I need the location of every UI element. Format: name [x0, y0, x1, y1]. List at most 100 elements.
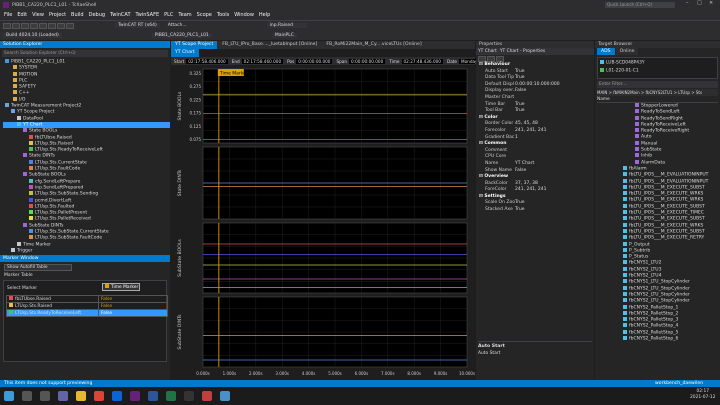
symbol-label: fbCNYS2_PalletStop_5 — [629, 330, 679, 336]
property-row[interactable]: Master Chart — [479, 95, 594, 102]
symbol-label: Auto — [641, 134, 652, 140]
teams-icon[interactable] — [58, 391, 68, 401]
windows-start-icon[interactable] — [4, 391, 14, 401]
menu-item-twinsafe[interactable]: TwinSAFE — [136, 12, 160, 18]
excel-icon[interactable] — [166, 391, 176, 401]
close-button[interactable]: × — [709, 0, 713, 6]
select-marker-label: Select Marker — [7, 286, 38, 291]
menu-item-project[interactable]: Project — [49, 12, 66, 18]
symbol-item[interactable]: fbLTU_IPOS___M_EVALUATIONINPUT — [623, 178, 720, 185]
document-tab[interactable]: FB_LTU_IPro_Base...._luetabInput [Online… — [218, 41, 322, 49]
menu-item-twincat[interactable]: TwinCAT — [110, 12, 130, 18]
file-explorer-icon[interactable] — [76, 391, 86, 401]
chrome-icon[interactable] — [94, 391, 104, 401]
marker-row[interactable]: fbLTUbse.Raised False — [6, 295, 168, 303]
tab-ads[interactable]: ADS — [597, 48, 615, 55]
minimize-button[interactable]: – — [686, 0, 689, 6]
notepad-icon[interactable] — [220, 391, 230, 401]
clock-date: 2021-07-12 — [690, 395, 716, 400]
tab-online[interactable]: Online — [615, 48, 639, 55]
variable-icon — [635, 147, 639, 152]
menu-item-window[interactable]: Window — [234, 12, 254, 18]
marker-name-cell[interactable]: Time Marker — [102, 283, 140, 291]
property-row[interactable]: Tool Bar True — [479, 108, 594, 115]
task-view-icon[interactable] — [40, 391, 50, 401]
marker-value-cell: False — [98, 295, 168, 303]
save-button[interactable] — [39, 22, 47, 29]
plc-icon — [600, 67, 604, 72]
menu-item-file[interactable]: File — [4, 12, 12, 18]
clock[interactable]: 02:17 2021-07-12 — [690, 389, 716, 401]
property-row[interactable]: CPU Core — [479, 154, 594, 161]
open-button[interactable] — [30, 22, 38, 29]
visual-studio-icon[interactable] — [130, 391, 140, 401]
redo-button[interactable] — [66, 22, 74, 29]
outlook-icon[interactable] — [112, 391, 122, 401]
autofill-dropdown[interactable]: Show Autofill Table — [4, 264, 72, 271]
menu-item-help[interactable]: Help — [259, 12, 270, 18]
menu-item-edit[interactable]: Edit — [17, 12, 27, 18]
document-tab[interactable]: YT Scope Project — [171, 41, 218, 49]
undo-button[interactable] — [57, 22, 65, 29]
symbol-item[interactable]: fbCNYS2_PalletStop_6 — [623, 335, 720, 342]
menu-item-tools[interactable]: Tools — [217, 12, 229, 18]
build-config-dropdown[interactable]: Build 4024.10 (Loaded) — [3, 32, 62, 38]
new-project-button[interactable] — [21, 22, 29, 29]
property-value: 241, 241, 241 — [515, 127, 547, 133]
menu-item-plc[interactable]: PLC — [164, 12, 173, 18]
property-row[interactable]: Stacked Axe True — [479, 207, 594, 214]
forward-button[interactable] — [12, 22, 20, 29]
tree-item[interactable]: Trigger — [3, 247, 170, 254]
tree-item-label: LTUsp.Sts.SubState.Sending — [35, 191, 99, 197]
plc-dropdown[interactable]: MainPLC — [271, 32, 297, 38]
alphabetical-button[interactable] — [487, 55, 495, 62]
terminal-icon[interactable] — [184, 391, 194, 401]
marker-row[interactable]: LTUsp.Sts.Raised False — [6, 302, 168, 310]
categorized-button[interactable] — [478, 55, 486, 62]
property-row[interactable]: Forecolor 241, 241, 241 — [479, 128, 594, 135]
symbol-label: fbLTU_IPOS___M_EXECUTE_SUBST — [629, 185, 705, 191]
property-category[interactable]: ⊟ Common — [479, 141, 594, 148]
symbol-label: fbCNYS2_PalletStop_3 — [629, 317, 679, 323]
property-row[interactable]: Data Tool TipTrue — [479, 75, 594, 82]
target-filter-input[interactable]: Enter Filter... — [597, 81, 718, 88]
property-row[interactable]: Name YT Chart — [479, 161, 594, 168]
trigger-icon — [11, 247, 15, 252]
save-all-button[interactable] — [48, 22, 56, 29]
menu-item-view[interactable]: View — [32, 12, 44, 18]
word-icon[interactable] — [148, 391, 158, 401]
document-tab[interactable]: FB_RoMi22Main_M_Cy....viceLTUs [Online] — [322, 41, 426, 49]
search-icon[interactable] — [22, 391, 32, 401]
quick-launch[interactable]: Quick Launch (Ctrl+Q) — [605, 2, 675, 8]
property-row[interactable]: Border Color 45, 45, 48 — [479, 121, 594, 128]
x-tick-label: 10.000s — [459, 371, 475, 376]
property-pages-button[interactable] — [496, 55, 504, 62]
tag-dropdown[interactable]: inp.Raised — [266, 23, 307, 28]
axis-icon — [23, 153, 27, 158]
channel-icon — [29, 134, 33, 139]
target-dropdown[interactable]: TwinCAT RT (x64) — [115, 23, 160, 28]
attach-button[interactable]: Attach... — [168, 23, 187, 28]
maximize-button[interactable]: □ — [697, 0, 702, 6]
yt-chart-tab[interactable]: YT Chart — [171, 49, 199, 57]
project-dropdown[interactable]: PIBB1_CA220_PLC1_L01 — [151, 32, 212, 38]
function-block-icon — [623, 178, 627, 183]
server-item[interactable]: LUB-SCD048P43Y — [600, 60, 715, 66]
property-row[interactable]: ForeColor 241, 241, 241 — [479, 187, 594, 194]
property-row[interactable]: Display over..False — [479, 88, 594, 95]
menu-item-debug[interactable]: Debug — [89, 12, 105, 18]
back-button[interactable] — [3, 22, 11, 29]
netid-item[interactable]: L01-220-01-C1 — [600, 67, 715, 73]
solution-search-input[interactable]: Search Solution Explorer (Ctrl+ü) — [2, 50, 168, 57]
menu-item-scope[interactable]: Scope — [197, 12, 212, 18]
symbol-item[interactable]: fbLTU_IPOS___M_EVALUATIONINPUT — [623, 172, 720, 178]
yt-chart[interactable]: State BOOLs 0.325 0.275 0.225 0.175 0.125 0.07… — [171, 65, 475, 380]
marker-row[interactable]: LTUsp.Sts.ReadyToReceiveLeft False — [6, 309, 168, 317]
property-category[interactable]: ⊟ Behaviour — [479, 62, 594, 69]
menu-item-build[interactable]: Build — [71, 12, 84, 18]
menu-item-team[interactable]: Team — [178, 12, 191, 18]
property-category[interactable]: ⊟ Overview — [479, 174, 594, 181]
property-description: Auto Start Auto Start — [478, 341, 592, 356]
twincat-icon[interactable] — [202, 391, 212, 401]
project-icon — [5, 59, 9, 63]
